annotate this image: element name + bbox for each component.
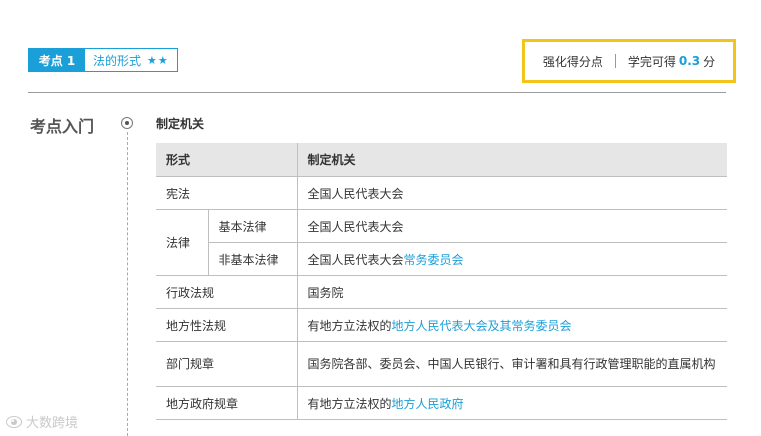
watermark: ◕ 大数跨境 bbox=[6, 412, 78, 431]
header-divider bbox=[28, 92, 726, 93]
cell-organ: 全国人民代表大会 bbox=[297, 209, 727, 243]
table-row: 非基本法律 全国人民代表大会常务委员会 bbox=[156, 242, 727, 276]
header-form: 形式 bbox=[156, 143, 298, 177]
cell-form: 宪法 bbox=[156, 176, 298, 210]
section-title: 考点入门 bbox=[30, 117, 95, 136]
score-label: 强化得分点 bbox=[542, 54, 603, 69]
topic-number: 考点 1 bbox=[29, 49, 85, 71]
table-row: 法律 基本法律 全国人民代表大会 bbox=[156, 209, 727, 276]
table-header-row: 形式 制定机关 bbox=[156, 143, 727, 177]
timeline-line bbox=[127, 132, 128, 436]
topic-title-box: 法的形式 ★★ bbox=[85, 49, 177, 71]
score-unit: 分 bbox=[703, 54, 716, 69]
cell-organ: 有地方立法权的地方人民政府 bbox=[297, 386, 727, 420]
timeline-bullet-icon bbox=[121, 117, 133, 129]
section-subtitle: 制定机关 bbox=[156, 117, 205, 131]
header-organ: 制定机关 bbox=[297, 143, 727, 177]
table-row: 部门规章 国务院各部、委员会、中国人民银行、审计署和具有行政管理职能的直属机构 bbox=[156, 341, 727, 387]
cell-subform: 基本法律 bbox=[208, 209, 298, 243]
law-forms-table: 形式 制定机关 宪法 全国人民代表大会 法律 基本法律 全国人民代表大会 非基本… bbox=[156, 143, 727, 420]
topic-title: 法的形式 bbox=[93, 53, 142, 68]
table-row: 地方政府规章 有地方立法权的地方人民政府 bbox=[156, 386, 727, 420]
topic-tag: 考点 1 法的形式 ★★ bbox=[28, 48, 178, 72]
cell-organ: 国务院 bbox=[297, 275, 727, 309]
cell-form: 法律 bbox=[156, 209, 209, 276]
cell-form: 地方性法规 bbox=[156, 308, 298, 342]
cell-form: 部门规章 bbox=[156, 341, 298, 387]
cell-subform: 非基本法律 bbox=[208, 242, 298, 276]
score-divider bbox=[614, 54, 616, 68]
highlight-text: 地方人民政府 bbox=[391, 396, 464, 411]
highlight-text: 地方人民代表大会及其常务委员会 bbox=[391, 318, 572, 333]
logo-icon: ◕ bbox=[6, 415, 22, 428]
table-row: 地方性法规 有地方立法权的地方人民代表大会及其常务委员会 bbox=[156, 308, 727, 342]
cell-organ: 国务院各部、委员会、中国人民银行、审计署和具有行政管理职能的直属机构 bbox=[297, 341, 727, 387]
star-rating-icon: ★★ bbox=[147, 53, 169, 67]
cell-organ: 全国人民代表大会 bbox=[297, 176, 727, 210]
score-highlight-box: 强化得分点 学完可得 0.3 分 bbox=[522, 39, 736, 83]
score-gain-label: 学完可得 bbox=[627, 54, 676, 69]
table-row: 行政法规 国务院 bbox=[156, 275, 727, 309]
cell-organ: 有地方立法权的地方人民代表大会及其常务委员会 bbox=[297, 308, 727, 342]
highlight-text: 常务委员会 bbox=[403, 252, 464, 267]
cell-form: 行政法规 bbox=[156, 275, 298, 309]
table-row: 宪法 全国人民代表大会 bbox=[156, 176, 727, 210]
score-value: 0.3 bbox=[678, 54, 701, 68]
watermark-text: 大数跨境 bbox=[26, 416, 79, 431]
cell-organ: 全国人民代表大会常务委员会 bbox=[297, 242, 727, 276]
cell-form: 地方政府规章 bbox=[156, 386, 298, 420]
